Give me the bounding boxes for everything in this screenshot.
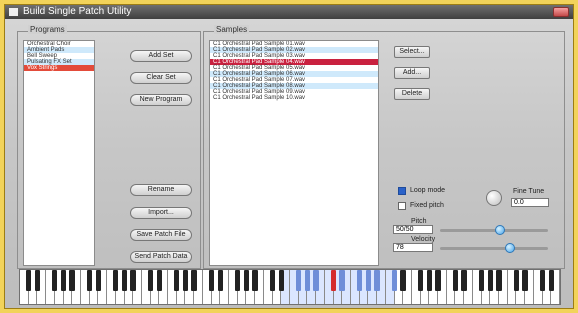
- pitch-field[interactable]: 50/50: [393, 225, 433, 234]
- fixed-pitch-checkbox[interactable]: [398, 202, 406, 210]
- loop-mode-label: Loop mode: [410, 187, 446, 194]
- velocity-slider[interactable]: [440, 243, 548, 253]
- pitch-slider-thumb[interactable]: [495, 225, 505, 235]
- black-key[interactable]: [52, 270, 58, 292]
- new-program-button[interactable]: New Program: [130, 94, 192, 106]
- black-key[interactable]: [86, 270, 93, 292]
- black-key[interactable]: [173, 270, 180, 292]
- pitch-label: Pitch: [411, 218, 427, 225]
- black-key[interactable]: [278, 270, 284, 292]
- fine-tune-label: Fine Tune: [513, 188, 545, 195]
- black-key[interactable]: [539, 270, 546, 292]
- pitch-slider-track: [440, 229, 548, 232]
- add-button[interactable]: Add...: [394, 67, 430, 79]
- black-key[interactable]: [478, 270, 485, 292]
- black-key[interactable]: [417, 270, 424, 292]
- main-window: Build Single Patch Utility Programs Orch…: [4, 4, 574, 309]
- black-key[interactable]: [191, 270, 197, 292]
- black-key[interactable]: [365, 270, 371, 292]
- black-key[interactable]: [121, 270, 128, 292]
- black-key[interactable]: [339, 270, 345, 292]
- samples-group: Samples C1 Orchestral Pad Sample 01.wav C…: [203, 25, 565, 269]
- black-key[interactable]: [182, 270, 189, 292]
- black-key[interactable]: [252, 270, 258, 292]
- black-key[interactable]: [95, 270, 101, 292]
- black-key[interactable]: [330, 270, 337, 292]
- velocity-slider-thumb[interactable]: [505, 243, 515, 253]
- delete-button[interactable]: Delete: [394, 88, 430, 100]
- sample-list-item[interactable]: C1 Orchestral Pad Sample 10.wav: [210, 95, 378, 101]
- black-key[interactable]: [461, 270, 467, 292]
- black-key[interactable]: [435, 270, 441, 292]
- programs-group: Programs Orchestral Choir Ambient Pads Bel…: [17, 25, 201, 269]
- piano-keyboard[interactable]: [19, 269, 561, 305]
- black-key[interactable]: [113, 270, 119, 292]
- select-button[interactable]: Select...: [394, 46, 430, 58]
- add-set-button[interactable]: Add Set: [130, 50, 192, 62]
- save-patch-file-button[interactable]: Save Patch File: [130, 229, 192, 241]
- black-key[interactable]: [400, 270, 406, 292]
- samples-list: C1 Orchestral Pad Sample 01.wav C1 Orches…: [209, 40, 379, 266]
- black-key[interactable]: [34, 270, 41, 292]
- black-key[interactable]: [548, 270, 554, 292]
- black-key[interactable]: [208, 270, 215, 292]
- black-key[interactable]: [304, 270, 311, 292]
- black-key[interactable]: [496, 270, 502, 292]
- black-key[interactable]: [69, 270, 75, 292]
- black-key[interactable]: [426, 270, 432, 292]
- program-list-item[interactable]: Vox Strings: [24, 65, 94, 71]
- velocity-label: Velocity: [411, 236, 436, 243]
- close-icon[interactable]: [553, 7, 569, 17]
- black-key[interactable]: [452, 270, 459, 292]
- fine-tune-field[interactable]: 0.0: [511, 198, 549, 207]
- fixed-pitch-label: Fixed pitch: [410, 202, 444, 209]
- fine-tune-knob[interactable]: [486, 190, 502, 206]
- import-button[interactable]: Import...: [130, 207, 192, 219]
- title-bar: Build Single Patch Utility: [5, 5, 573, 19]
- pitch-slider[interactable]: [440, 225, 548, 235]
- black-key[interactable]: [234, 270, 241, 292]
- black-key[interactable]: [391, 270, 398, 292]
- black-key[interactable]: [374, 270, 380, 292]
- black-key[interactable]: [147, 270, 154, 292]
- programs-label: Programs: [28, 25, 67, 34]
- black-key[interactable]: [487, 270, 493, 292]
- black-key[interactable]: [522, 270, 528, 292]
- black-key[interactable]: [217, 270, 223, 292]
- send-patch-data-button[interactable]: Send Patch Data: [130, 251, 192, 263]
- black-key[interactable]: [243, 270, 250, 292]
- velocity-slider-track: [440, 247, 548, 250]
- black-key[interactable]: [295, 270, 302, 292]
- black-key[interactable]: [269, 270, 276, 292]
- clear-set-button[interactable]: Clear Set: [130, 72, 192, 84]
- window-title: Build Single Patch Utility: [23, 6, 132, 17]
- programs-list: Orchestral Choir Ambient Pads Bell Sweep Pu…: [23, 40, 95, 266]
- black-key[interactable]: [25, 270, 32, 292]
- black-key[interactable]: [60, 270, 67, 292]
- black-key[interactable]: [356, 270, 363, 292]
- loop-mode-checkbox[interactable]: [398, 187, 406, 195]
- velocity-field[interactable]: 78: [393, 243, 433, 252]
- samples-label: Samples: [214, 25, 250, 34]
- black-key[interactable]: [313, 270, 319, 292]
- black-key[interactable]: [130, 270, 136, 292]
- black-key[interactable]: [513, 270, 520, 292]
- rename-button[interactable]: Rename: [130, 184, 192, 196]
- app-icon: [9, 8, 18, 16]
- black-key[interactable]: [156, 270, 162, 292]
